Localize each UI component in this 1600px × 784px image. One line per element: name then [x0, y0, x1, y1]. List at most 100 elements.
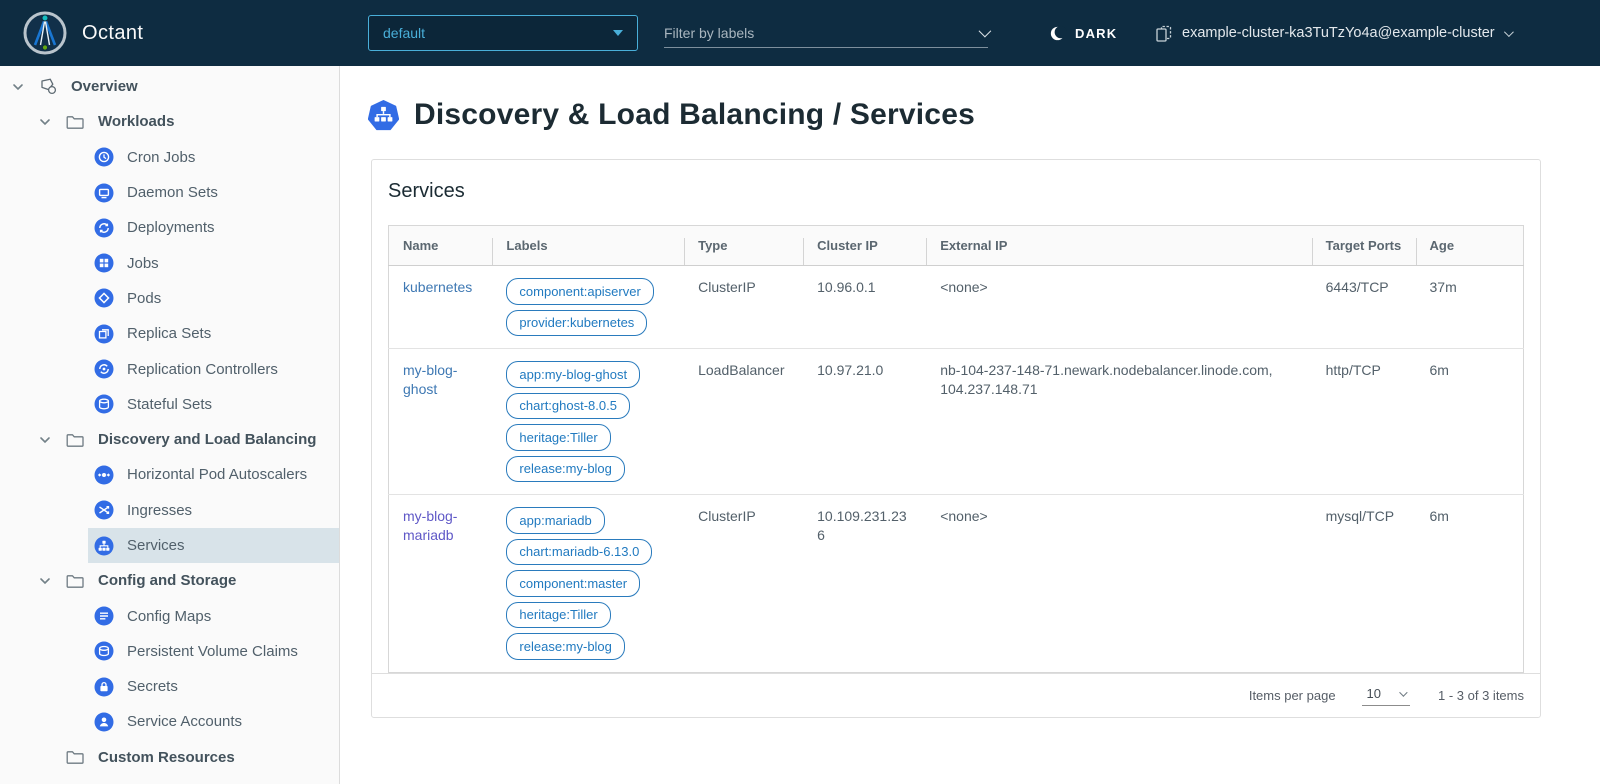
sidebar-item-persistent-volume-claims[interactable]: Persistent Volume Claims	[0, 634, 339, 669]
sidebar-item-discovery-and-load-balancing[interactable]: Discovery and Load Balancing	[0, 422, 339, 457]
chevron-down-icon[interactable]	[37, 433, 53, 447]
sidebar-item-horizontal-pod-autoscalers[interactable]: Horizontal Pod Autoscalers	[0, 457, 339, 492]
sidebar-item-workloads[interactable]: Workloads	[0, 104, 339, 139]
label-pill[interactable]: chart:ghost-8.0.5	[506, 393, 630, 420]
sidebar-item-secrets[interactable]: Secrets	[0, 669, 339, 704]
table-pagination: Items per page 10 1 - 3 of 3 items	[372, 673, 1540, 717]
label-pill[interactable]: provider:kubernetes	[506, 310, 647, 337]
label-pill[interactable]: component:master	[506, 570, 640, 597]
sidebar-item-deployments[interactable]: Deployments	[0, 210, 339, 245]
replica-sets-icon	[94, 324, 114, 344]
services-table: NameLabelsTypeCluster IPExternal IPTarge…	[388, 225, 1524, 673]
chevron-down-icon[interactable]	[37, 115, 53, 129]
label-pill[interactable]: app:mariadb	[506, 507, 604, 534]
sidebar-item-label: Service Accounts	[127, 713, 242, 730]
sidebar-item-replica-sets[interactable]: Replica Sets	[0, 316, 339, 351]
age-cell: 6m	[1416, 495, 1524, 673]
sidebar-item-pods[interactable]: Pods	[0, 281, 339, 316]
octant-logo-icon	[22, 10, 68, 56]
target-ports-cell: 6443/TCP	[1312, 266, 1416, 349]
jobs-icon	[94, 253, 114, 273]
label-pill[interactable]: heritage:Tiller	[506, 602, 610, 629]
sidebar-item-services[interactable]: Services	[0, 528, 339, 563]
pvc-icon	[94, 641, 114, 661]
label-pill[interactable]: component:apiserver	[506, 278, 653, 305]
folder-icon	[65, 571, 85, 591]
sidebar-item-replication-controllers[interactable]: Replication Controllers	[0, 351, 339, 386]
sidebar-item-label: Persistent Volume Claims	[127, 643, 298, 660]
services-card: Services NameLabelsTypeCluster IPExterna…	[371, 159, 1541, 718]
pods-icon	[94, 288, 114, 308]
sidebar-item-config-maps[interactable]: Config Maps	[0, 598, 339, 633]
sidebar-item-daemon-sets[interactable]: Daemon Sets	[0, 175, 339, 210]
service-name-link[interactable]: my-blog-mariadb	[403, 508, 457, 543]
chevron-down-icon[interactable]	[10, 80, 26, 94]
label-pill[interactable]: heritage:Tiller	[506, 424, 610, 451]
namespace-select-value: default	[383, 25, 613, 41]
label-pill[interactable]: release:my-blog	[506, 633, 625, 660]
sidebar-nav: Overview Workloads Cron Jobs Daemon Sets Dep…	[0, 66, 340, 784]
label-filter	[664, 18, 988, 48]
sidebar-item-label: Deployments	[127, 219, 215, 236]
cluster-icon	[1154, 24, 1173, 43]
label-pill[interactable]: app:my-blog-ghost	[506, 361, 640, 388]
cluster-context-label: example-cluster-ka3TuTzYo4a@example-clus…	[1182, 25, 1495, 41]
sidebar-item-overview[interactable]: Overview	[0, 69, 339, 104]
column-header-type: Type	[684, 226, 803, 266]
sidebar-item-custom-resources[interactable]: Custom Resources	[0, 740, 339, 775]
main-content: Discovery & Load Balancing / Services Se…	[340, 66, 1600, 784]
page-header: Discovery & Load Balancing / Services	[368, 98, 1600, 132]
cron-jobs-icon	[94, 147, 114, 167]
sidebar-item-jobs[interactable]: Jobs	[0, 245, 339, 280]
label-pill[interactable]: chart:mariadb-6.13.0	[506, 539, 652, 566]
sidebar-item-label: Horizontal Pod Autoscalers	[127, 466, 307, 483]
sidebar-item-cron-jobs[interactable]: Cron Jobs	[0, 140, 339, 175]
sidebar-item-label: Workloads	[98, 113, 174, 130]
services-icon	[94, 536, 114, 556]
config-maps-icon	[94, 606, 114, 626]
ingresses-icon	[94, 500, 114, 520]
dark-theme-toggle[interactable]: DARK	[1048, 0, 1117, 66]
chevron-down-icon[interactable]	[37, 574, 53, 588]
dark-toggle-label: DARK	[1075, 26, 1117, 41]
sidebar-item-label: Secrets	[127, 678, 178, 695]
sidebar-item-label: Services	[127, 537, 185, 554]
sidebar-item-stateful-sets[interactable]: Stateful Sets	[0, 387, 339, 422]
service-name-link[interactable]: my-blog-ghost	[403, 362, 457, 397]
service-type-cell: ClusterIP	[684, 495, 803, 673]
hpa-icon	[94, 465, 114, 485]
page-title: Discovery & Load Balancing / Services	[414, 98, 975, 132]
sidebar-item-label: Config Maps	[127, 608, 211, 625]
column-header-cluster-ip: Cluster IP	[803, 226, 926, 266]
app-header: Octant default DARK example-cluster-ka3T…	[0, 0, 1600, 66]
sidebar-item-label: Jobs	[127, 255, 159, 272]
service-name-link[interactable]: kubernetes	[403, 279, 472, 295]
app-title: Octant	[82, 22, 143, 45]
sidebar-item-label: Replica Sets	[127, 325, 211, 342]
sidebar-item-label: Daemon Sets	[127, 184, 218, 201]
column-header-labels: Labels	[492, 226, 684, 266]
namespace-caret-icon	[613, 30, 623, 36]
replication-controllers-icon	[94, 359, 114, 379]
service-accounts-icon	[94, 712, 114, 732]
sidebar-item-label: Replication Controllers	[127, 361, 278, 378]
service-type-cell: LoadBalancer	[684, 349, 803, 495]
namespace-select[interactable]: default	[368, 15, 638, 51]
sidebar-item-label: Pods	[127, 290, 161, 307]
label-filter-input[interactable]	[664, 25, 979, 41]
stateful-sets-icon	[94, 394, 114, 414]
target-ports-cell: http/TCP	[1312, 349, 1416, 495]
items-per-page-select[interactable]: 10	[1362, 685, 1410, 706]
column-header-external-ip: External IP	[926, 226, 1311, 266]
column-header-name: Name	[389, 226, 493, 266]
sidebar-item-config-and-storage[interactable]: Config and Storage	[0, 563, 339, 598]
items-per-page-label: Items per page	[1249, 688, 1336, 703]
card-title: Services	[388, 180, 1524, 203]
deployments-icon	[94, 218, 114, 238]
sidebar-item-service-accounts[interactable]: Service Accounts	[0, 704, 339, 739]
filter-chevron-down-icon[interactable]	[979, 25, 992, 38]
external-ip-cell: <none>	[926, 266, 1311, 349]
cluster-context-switcher[interactable]: example-cluster-ka3TuTzYo4a@example-clus…	[1154, 0, 1511, 66]
label-pill[interactable]: release:my-blog	[506, 456, 625, 483]
sidebar-item-ingresses[interactable]: Ingresses	[0, 493, 339, 528]
